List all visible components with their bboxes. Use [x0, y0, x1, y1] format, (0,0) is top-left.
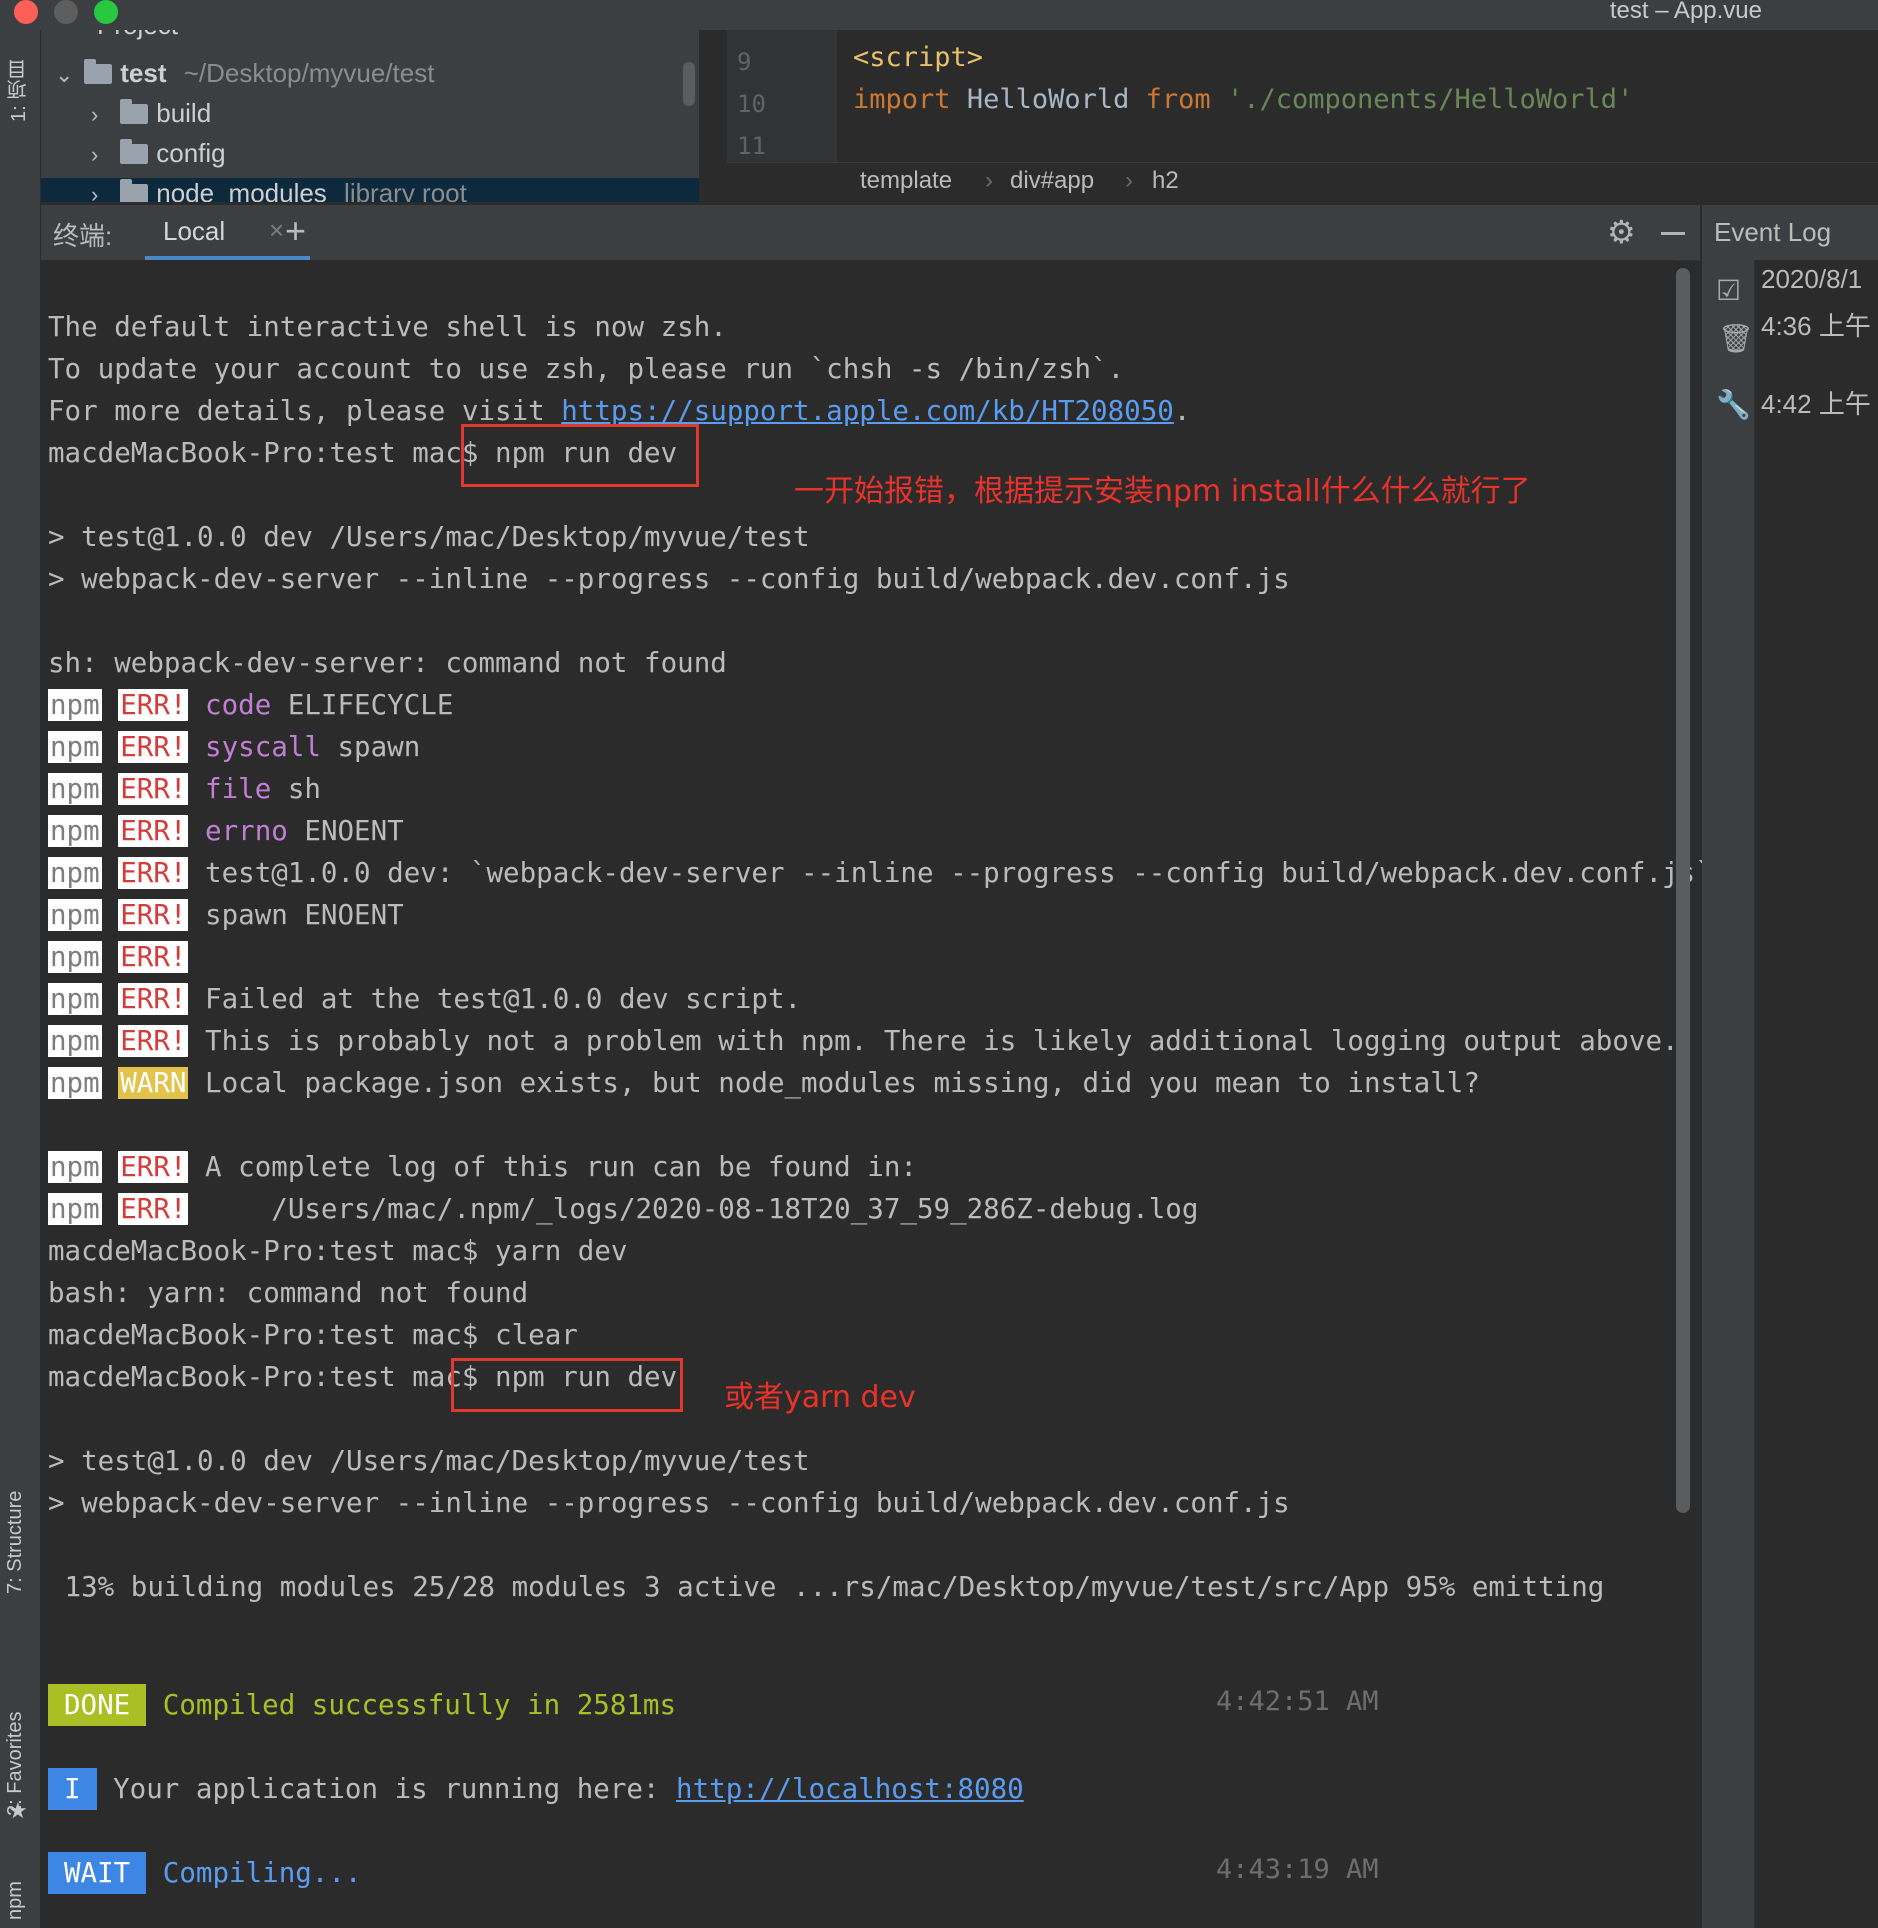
event-log-panel: Event Log ☑ 🗑 🔧 2020/8/1 4:36 上午 4:42 上午 — [1702, 205, 1878, 1928]
folder-icon — [84, 59, 113, 84]
chevron-down-icon: ⌄ — [55, 62, 74, 87]
editor-pane: 9 10 11 <script> import HelloWorld from … — [727, 30, 1878, 202]
terminal-command-line: macdeMacBook-Pro:test mac$ clear — [48, 1319, 578, 1351]
folder-icon — [120, 99, 149, 124]
npm-err-line: npm ERR! syscall spawn — [48, 731, 421, 763]
folder-icon — [120, 179, 149, 202]
event-log-entry: 4:36 上午 — [1761, 311, 1871, 341]
annotation-note: 一开始报错，根据提示安装npm install什么什么就行了 — [794, 474, 1531, 509]
breadcrumb: template › div#app › h2 — [727, 162, 1878, 202]
timestamp: 4:43:19 AM — [1216, 1854, 1379, 1885]
terminal-line: > webpack-dev-server --inline --progress… — [48, 563, 1290, 595]
timestamp: 4:42:51 AM — [1216, 1686, 1379, 1717]
done-tag: DONE — [48, 1684, 147, 1726]
editor-gutter: 9 10 11 — [727, 30, 837, 162]
done-line: DONE Compiled successfully in 2581ms — [48, 1684, 676, 1726]
minimize-window-button[interactable] — [54, 0, 78, 24]
breadcrumb-template[interactable]: template — [860, 167, 952, 195]
tree-root-path: ~/Desktop/myvue/test — [183, 58, 435, 88]
terminal-scrollbar[interactable] — [1676, 268, 1690, 1513]
breadcrumb-div-app[interactable]: div#app — [1010, 167, 1094, 195]
breadcrumb-h2[interactable]: h2 — [1152, 167, 1179, 195]
npm-err-line: npm ERR! spawn ENOENT — [48, 899, 404, 931]
project-panel: Project ⌄ test ~/Desktop/myvue/test › bu… — [41, 30, 699, 202]
localhost-link[interactable]: http://localhost:8080 — [676, 1773, 1024, 1805]
window-title: test – App.vue — [1609, 0, 1762, 24]
terminal-command-line: macdeMacBook-Pro:test mac$ yarn dev — [48, 1235, 628, 1267]
terminal-line: sh: webpack-dev-server: command not foun… — [48, 647, 727, 679]
add-tab-button[interactable]: + — [285, 210, 306, 252]
event-log-title: Event Log — [1714, 217, 1832, 247]
favorites-tool-tab[interactable]: 2: Favorites — [4, 1686, 27, 1816]
support-link[interactable]: https://support.apple.com/kb/HT208050 — [561, 395, 1174, 427]
npm-err-line: npm ERR! code ELIFECYCLE — [48, 689, 454, 721]
mark-read-icon[interactable]: ☑ — [1716, 274, 1741, 307]
wrench-icon[interactable]: 🔧 — [1716, 388, 1751, 421]
chevron-right-icon: › — [91, 142, 99, 167]
chevron-right-icon: › — [91, 102, 99, 127]
event-log-entries: 2020/8/1 4:36 上午 4:42 上午 — [1755, 260, 1878, 1928]
close-tab-icon[interactable]: × — [269, 215, 284, 246]
breadcrumb-separator: › — [1125, 167, 1133, 194]
code-line-9[interactable]: <script> — [853, 42, 983, 73]
tree-item-node-modules[interactable]: › node_modules library root — [41, 178, 699, 202]
terminal-line: bash: yarn: command not found — [48, 1277, 529, 1309]
gear-icon[interactable]: ⚙ — [1607, 213, 1636, 251]
project-panel-title: Project — [97, 30, 178, 41]
npm-err-line: npm ERR! test@1.0.0 dev: `webpack-dev-se… — [48, 857, 1712, 889]
event-log-entry: 4:42 上午 — [1761, 389, 1871, 419]
npm-warn-line: npm WARN Local package.json exists, but … — [48, 1067, 1480, 1099]
chevron-right-icon: › — [91, 182, 99, 202]
highlight-box — [461, 424, 699, 487]
terminal-output[interactable]: The default interactive shell is now zsh… — [41, 260, 1712, 1928]
close-window-button[interactable] — [14, 0, 38, 24]
structure-tool-tab[interactable]: 7: Structure — [4, 1454, 27, 1594]
tree-item-config[interactable]: › config — [91, 138, 226, 178]
wait-tag: WAIT — [48, 1852, 147, 1894]
folder-icon — [120, 139, 149, 164]
terminal-header: 终端: Local × + ⚙ — [41, 205, 1700, 261]
npm-err-line: npm ERR! file sh — [48, 773, 321, 805]
npm-err-line: npm ERR! /Users/mac/.npm/_logs/2020-08-1… — [48, 1193, 1199, 1225]
annotation-note: 或者yarn dev — [724, 1380, 916, 1415]
info-tag: I — [48, 1768, 97, 1810]
minimize-panel-icon[interactable] — [1661, 232, 1685, 235]
maximize-window-button[interactable] — [94, 0, 118, 24]
left-tool-strip: 1: 项目 7: Structure 2: Favorites ★ npm — [0, 30, 41, 1928]
highlight-box — [451, 1358, 683, 1412]
title-bar: test – App.vue — [0, 0, 1878, 30]
terminal-line: > test@1.0.0 dev /Users/mac/Desktop/myvu… — [48, 521, 810, 553]
event-log-entry: 2020/8/1 — [1761, 264, 1863, 294]
project-scrollbar[interactable] — [683, 62, 695, 106]
npm-err-line: npm ERR! — [48, 941, 189, 973]
npm-err-line: npm ERR! A complete log of this run can … — [48, 1151, 917, 1183]
terminal-label: 终端: — [53, 221, 113, 251]
info-line: I Your application is running here: http… — [48, 1768, 1024, 1810]
wait-line: WAIT Compiling... — [48, 1852, 361, 1894]
npm-err-line: npm ERR! This is probably not a problem … — [48, 1025, 1679, 1057]
terminal-line: > webpack-dev-server --inline --progress… — [48, 1487, 1290, 1519]
npm-err-line: npm ERR! errno ENOENT — [48, 815, 404, 847]
code-line-10[interactable]: import HelloWorld from './components/Hel… — [853, 84, 1633, 115]
terminal-line: > test@1.0.0 dev /Users/mac/Desktop/myvu… — [48, 1445, 810, 1477]
build-progress-line: 13% building modules 25/28 modules 3 act… — [48, 1571, 1605, 1603]
terminal-line: To update your account to use zsh, pleas… — [48, 353, 1125, 385]
npm-tool-tab[interactable]: npm — [4, 1860, 27, 1920]
npm-err-line: npm ERR! Failed at the test@1.0.0 dev sc… — [48, 983, 802, 1015]
event-log-toolbar: ☑ 🗑 🔧 — [1702, 260, 1755, 1928]
breadcrumb-separator: › — [985, 167, 993, 194]
trash-icon[interactable]: 🗑 — [1718, 322, 1754, 355]
star-icon: ★ — [8, 1798, 28, 1823]
terminal-line: The default interactive shell is now zsh… — [48, 311, 727, 343]
project-tool-tab[interactable]: 1: 项目 — [4, 36, 33, 122]
tree-item-build[interactable]: › build — [91, 98, 211, 138]
tree-root-test[interactable]: ⌄ test ~/Desktop/myvue/test — [55, 58, 434, 98]
